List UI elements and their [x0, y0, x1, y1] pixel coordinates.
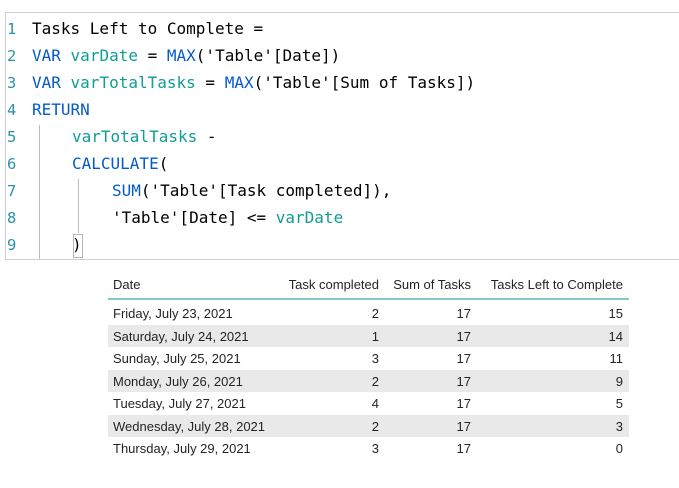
sum-of-tasks-cell: 17 — [456, 351, 471, 366]
function-args: ('Table'[Date]) — [195, 46, 341, 65]
task-completed-cell: 3 — [371, 441, 379, 456]
task-completed-cell: 1 — [371, 328, 379, 344]
sum-of-tasks-cell: 17 — [456, 396, 471, 411]
table-row[interactable]: Monday, July 26, 2021 2 17 9 — [108, 369, 629, 392]
table-row[interactable]: Wednesday, July 28, 2021 2 17 3 — [108, 414, 629, 437]
code-text: 'Table'[Date] <= varDate — [112, 208, 343, 228]
tasks-left-cell: 9 — [615, 373, 623, 389]
code-line[interactable]: 2 VAR varDate = MAX('Table'[Date]) — [6, 42, 679, 69]
sum-of-tasks-cell: 17 — [456, 373, 471, 389]
tasks-left-cell: 0 — [615, 441, 623, 456]
table-row[interactable]: Thursday, July 29, 2021 3 17 0 — [108, 437, 629, 460]
sum-of-tasks-cell: 17 — [456, 306, 471, 321]
operator: = — [137, 46, 167, 65]
keyword-var: VAR — [32, 73, 61, 92]
code-line[interactable]: 5 varTotalTasks - — [6, 123, 679, 150]
code-line[interactable]: 3 VAR varTotalTasks = MAX('Table'[Sum of… — [6, 69, 679, 96]
line-number: 1 — [7, 20, 17, 38]
variable-name: varTotalTasks — [72, 127, 198, 146]
task-completed-cell: 4 — [371, 396, 379, 411]
column-header-tasks-left[interactable]: Tasks Left to Complete — [491, 277, 623, 292]
date-cell: Sunday, July 25, 2021 — [113, 351, 241, 366]
sum-of-tasks-cell: 17 — [456, 441, 471, 456]
keyword-var: VAR — [32, 46, 61, 65]
line-number: 4 — [7, 101, 17, 119]
table-row[interactable]: Tuesday, July 27, 2021 4 17 5 — [108, 392, 629, 415]
date-cell: Monday, July 26, 2021 — [113, 373, 243, 389]
code-text: varTotalTasks - — [72, 127, 217, 147]
column-header-sum-of-tasks[interactable]: Sum of Tasks — [393, 277, 471, 292]
column-header-date[interactable]: Date — [113, 277, 140, 292]
tasks-left-cell: 5 — [615, 396, 623, 411]
operator: = — [195, 73, 225, 92]
table-visual[interactable]: Date Task completed Sum of Tasks Tasks L… — [108, 270, 629, 460]
bracket-match-highlight — [73, 234, 83, 258]
task-completed-cell: 2 — [371, 373, 379, 389]
function-name: MAX — [166, 46, 196, 65]
variable-name: varTotalTasks — [70, 73, 196, 92]
function-name: SUM — [112, 181, 141, 200]
function-args: ('Table'[Sum of Tasks]) — [253, 73, 476, 92]
function-name: MAX — [224, 73, 254, 92]
open-paren: ( — [158, 154, 169, 173]
tasks-left-cell: 11 — [609, 351, 624, 366]
table-header: Date Task completed Sum of Tasks Tasks L… — [108, 270, 629, 300]
measure-declaration: Tasks Left to Complete = — [32, 19, 264, 38]
tasks-left-cell: 15 — [608, 306, 623, 321]
date-cell: Thursday, July 29, 2021 — [113, 441, 251, 456]
keyword-return: RETURN — [32, 100, 90, 119]
task-completed-cell: 3 — [371, 351, 379, 366]
code-text: RETURN — [32, 100, 90, 120]
sum-of-tasks-cell: 17 — [456, 328, 471, 344]
column-header-task-completed[interactable]: Task completed — [289, 277, 379, 292]
line-number: 8 — [7, 209, 17, 227]
code-text: Tasks Left to Complete = — [32, 19, 263, 39]
tasks-left-cell: 14 — [608, 328, 623, 344]
code-line[interactable]: 7 SUM('Table'[Task completed]), — [6, 177, 679, 204]
line-number: 9 — [7, 236, 17, 254]
line-number: 6 — [7, 155, 17, 173]
sum-of-tasks-cell: 17 — [456, 418, 471, 434]
function-args: ('Table'[Task completed]), — [140, 181, 392, 200]
table-row[interactable]: Sunday, July 25, 2021 3 17 11 — [108, 347, 629, 370]
code-line[interactable]: 1 Tasks Left to Complete = — [6, 15, 679, 42]
code-text: VAR varDate = MAX('Table'[Date]) — [32, 46, 340, 66]
code-text: CALCULATE( — [72, 154, 168, 174]
date-cell: Friday, July 23, 2021 — [113, 306, 233, 321]
date-cell: Tuesday, July 27, 2021 — [113, 396, 246, 411]
tasks-left-cell: 3 — [615, 418, 623, 434]
variable-name: varDate — [70, 46, 138, 65]
date-cell: Wednesday, July 28, 2021 — [113, 418, 266, 434]
table-row[interactable]: Friday, July 23, 2021 2 17 15 — [108, 302, 629, 325]
line-number: 5 — [7, 128, 17, 146]
date-cell: Saturday, July 24, 2021 — [113, 328, 249, 344]
line-number: 3 — [7, 74, 17, 92]
function-name: CALCULATE — [72, 154, 159, 173]
dax-formula-editor[interactable]: 1 Tasks Left to Complete = 2 VAR varDate… — [5, 12, 679, 260]
line-number: 7 — [7, 182, 17, 200]
code-text: VAR varTotalTasks = MAX('Table'[Sum of T… — [32, 73, 475, 93]
line-number: 2 — [7, 47, 17, 65]
operator: - — [197, 127, 217, 146]
code-line[interactable]: 6 CALCULATE( — [6, 150, 679, 177]
code-line[interactable]: 9 ) — [6, 231, 679, 258]
code-line[interactable]: 8 'Table'[Date] <= varDate — [6, 204, 679, 231]
code-text: SUM('Table'[Task completed]), — [112, 181, 391, 201]
code-line[interactable]: 4 RETURN — [6, 96, 679, 123]
filter-expression: 'Table'[Date] <= — [112, 208, 276, 227]
task-completed-cell: 2 — [371, 418, 379, 434]
task-completed-cell: 2 — [371, 306, 379, 321]
variable-name: varDate — [275, 208, 344, 227]
table-row[interactable]: Saturday, July 24, 2021 1 17 14 — [108, 324, 629, 347]
